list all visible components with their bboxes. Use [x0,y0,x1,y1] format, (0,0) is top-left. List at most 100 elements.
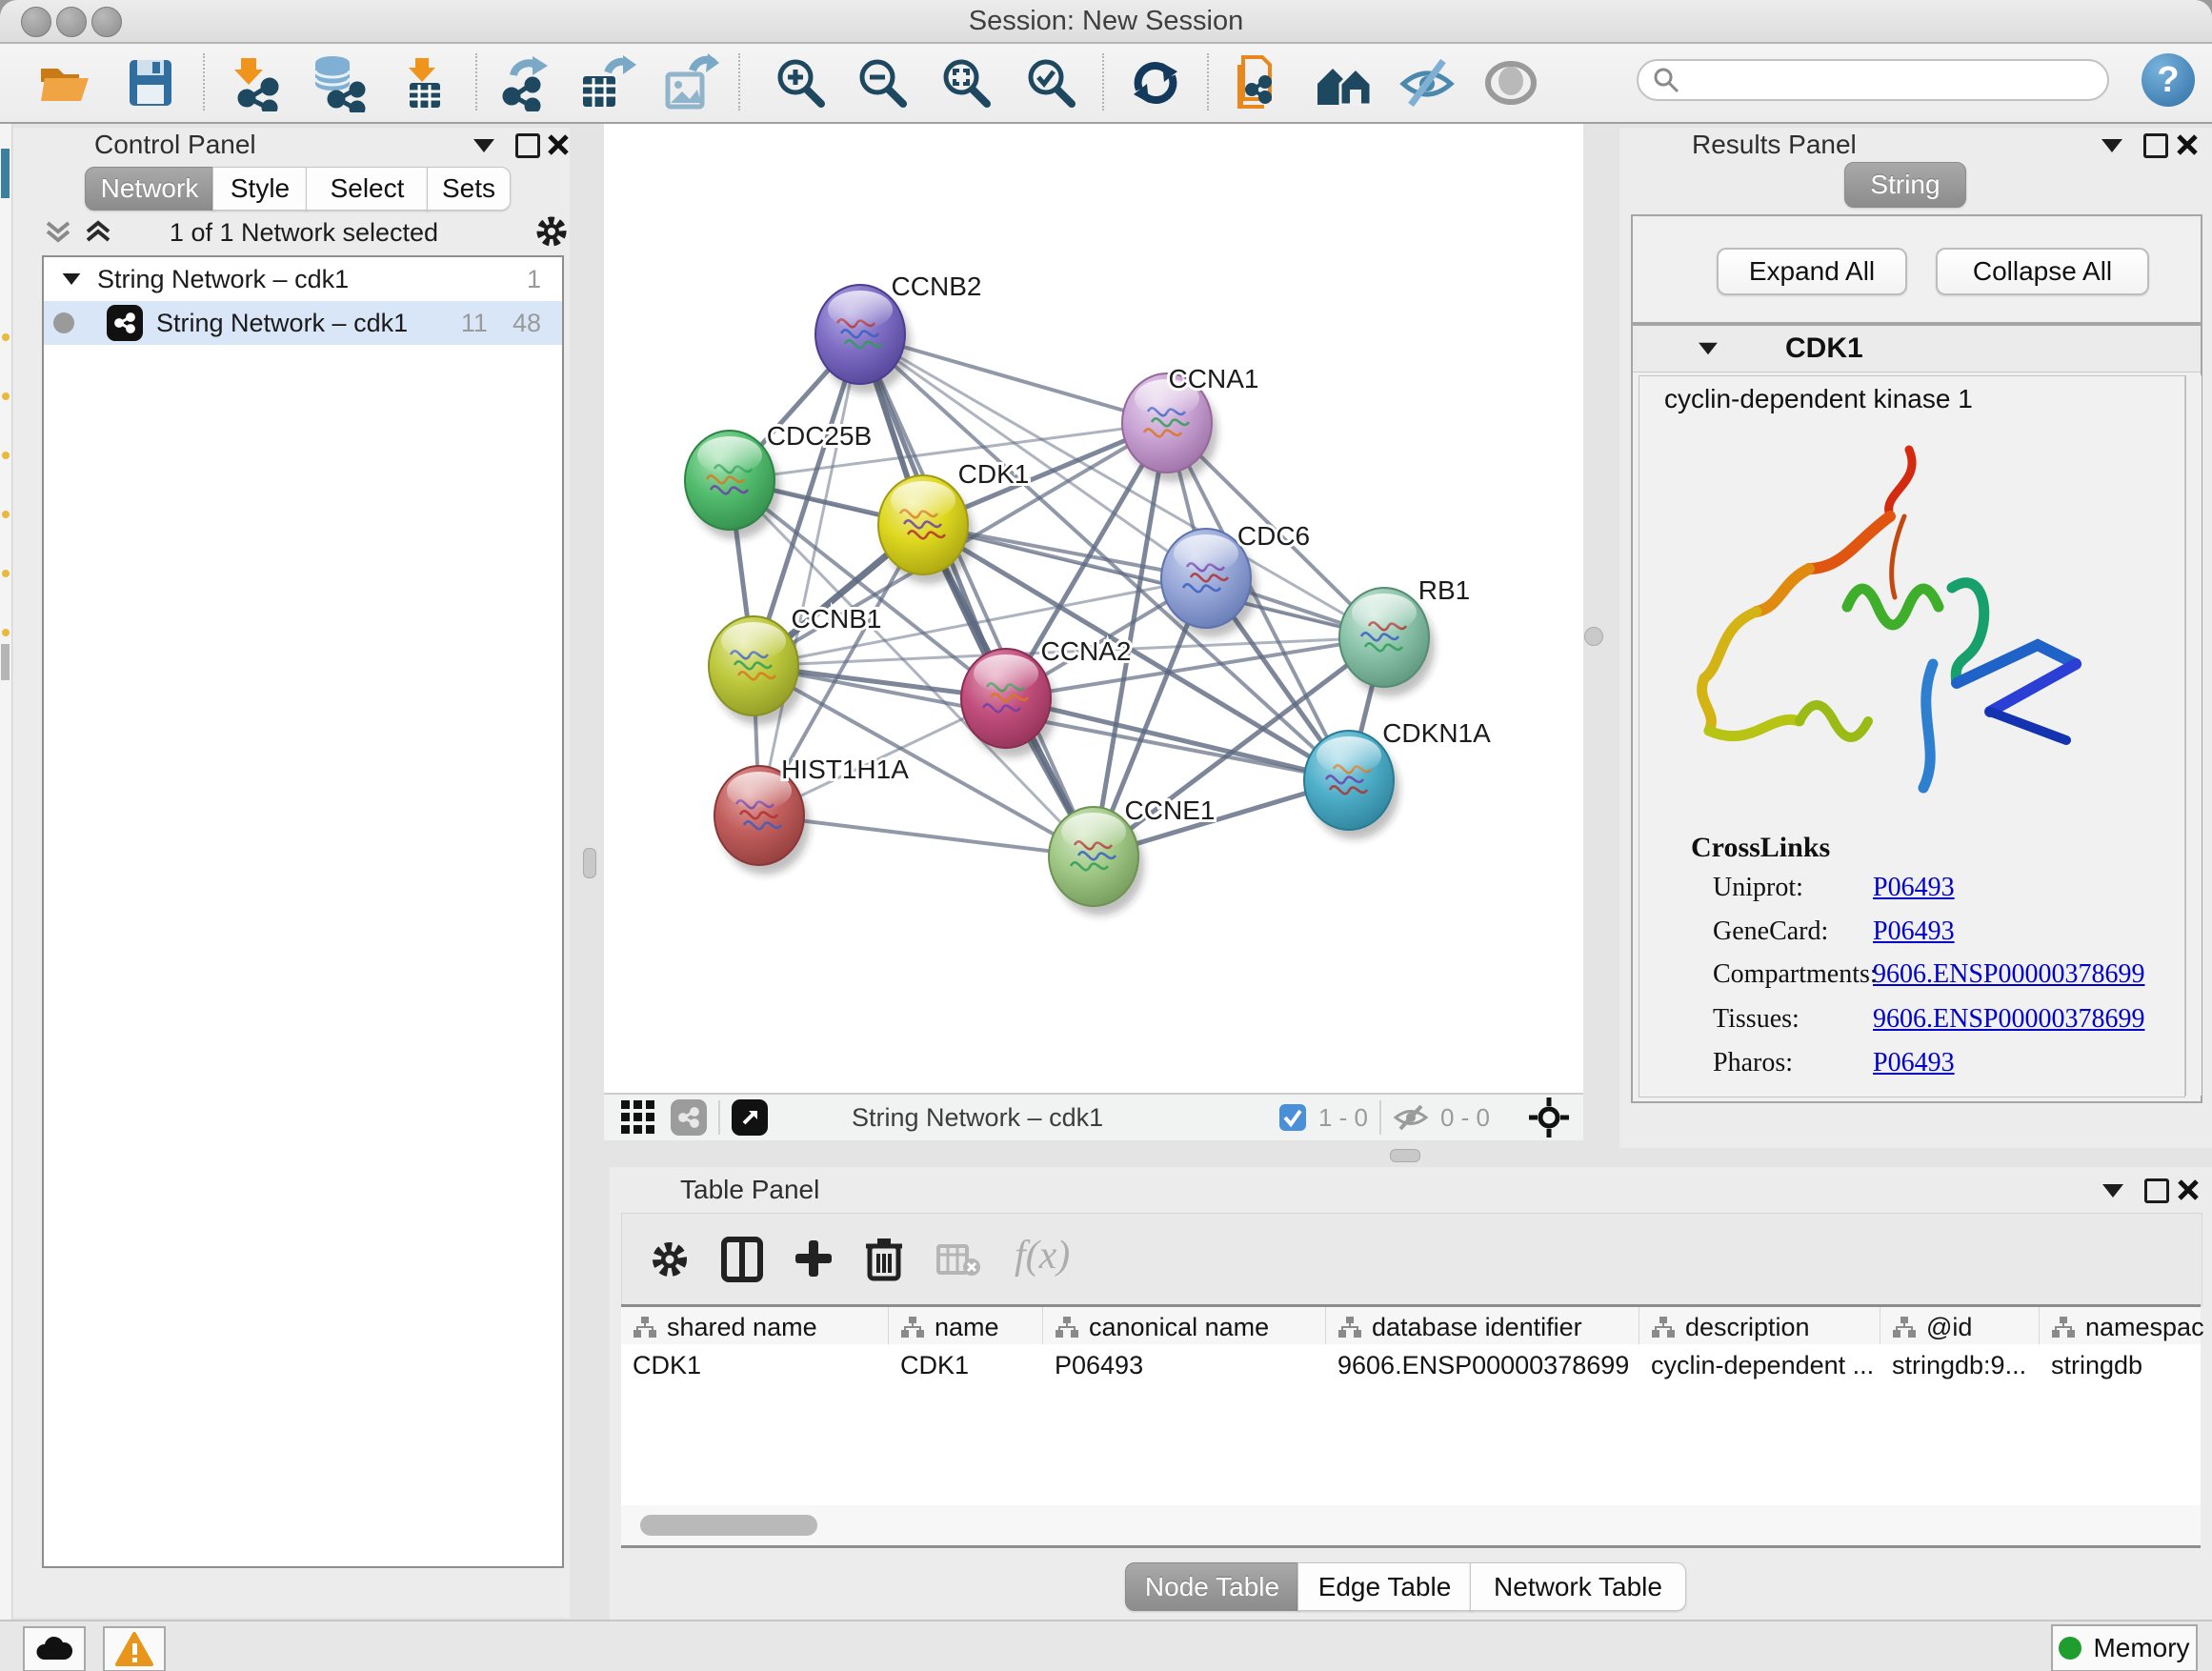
expand-all-networks-icon[interactable] [82,215,114,248]
table-cell[interactable]: P06493 [1043,1344,1326,1386]
tab-edge-table[interactable]: Edge Table [1297,1562,1472,1611]
crosslink-compartments-link[interactable]: 9606.ENSP00000378699 [1873,959,2144,990]
zoom-out-button[interactable] [852,52,913,113]
zoom-fit-button[interactable] [935,52,996,113]
show-all-button[interactable] [1480,52,1541,113]
import-table-icon [396,54,453,111]
gene-section-header[interactable]: CDK1 [1633,326,2201,372]
table-panel-close-icon[interactable] [2177,1178,2200,1201]
results-panel-close-icon[interactable] [2176,133,2199,156]
import-network-button[interactable] [228,52,289,113]
table-cell[interactable]: stringdb [2040,1344,2212,1386]
expand-all-button[interactable]: Expand All [1717,248,1907,295]
column-header-canonical-name[interactable]: canonical name [1043,1307,1326,1347]
column-header-name[interactable]: name [889,1307,1043,1347]
tab-string[interactable]: String [1844,162,1966,208]
home-button[interactable] [1314,52,1375,113]
grid-view-icon[interactable] [619,1098,657,1137]
zoom-in-button[interactable] [770,52,831,113]
network-share-view-icon[interactable] [671,1099,707,1136]
crosslink-uniprot-link[interactable]: P06493 [1873,873,1955,903]
right-splitter-handle[interactable] [1584,627,1603,646]
tab-network[interactable]: Network [85,167,214,211]
hide-eye-icon [1398,55,1457,111]
column-header-database-identifier[interactable]: database identifier [1326,1307,1639,1347]
help-button[interactable]: ? [2142,53,2195,107]
string-network-graph[interactable]: CCNB2CCNA1CDC25BCDK1CDC6RB1CCNB1CCNA2CDK… [604,124,1583,1093]
network-node-CCNB2[interactable] [815,285,911,393]
fit-selected-crosshair-icon[interactable] [1528,1097,1570,1138]
table-cell[interactable]: CDK1 [621,1344,889,1386]
export-table-button[interactable] [576,52,637,113]
import-network-icon [230,54,287,111]
create-column-plus-icon[interactable] [792,1237,835,1280]
collapse-all-networks-icon[interactable] [42,215,74,248]
node-label-CCNB2: CCNB2 [892,272,982,301]
tab-sets[interactable]: Sets [427,167,511,211]
birds-eye-view-icon[interactable] [732,1099,768,1136]
table-panel-title: Table Panel [680,1175,819,1205]
results-panel-maximize-button[interactable] [2143,133,2168,158]
tab-node-table[interactable]: Node Table [1125,1562,1299,1611]
results-scrollbar[interactable] [2185,375,2202,1096]
save-session-icon [124,56,177,110]
open-session-button[interactable] [34,52,95,113]
search-input[interactable] [1688,65,2107,96]
network-node-CDK1[interactable] [878,475,974,584]
column-header--id[interactable]: @id [1880,1307,2040,1347]
save-session-button[interactable] [120,52,181,113]
node-label-RB1: RB1 [1418,575,1470,605]
collapse-all-button[interactable]: Collapse All [1936,248,2149,295]
network-edge-CCNB2-HIST1H1A[interactable] [759,334,860,815]
column-type-icon [633,1316,657,1339]
column-header-shared-name[interactable]: shared name [621,1307,889,1347]
column-header-label: name [935,1313,999,1342]
column-header-description[interactable]: description [1639,1307,1880,1347]
import-table-button[interactable] [394,52,455,113]
collection-expander-icon[interactable] [63,273,81,285]
table-panel-maximize-button[interactable] [2144,1178,2169,1203]
table-hscrollbar-thumb[interactable] [640,1515,817,1536]
control-panel-maximize-button[interactable] [515,133,540,158]
tab-style[interactable]: Style [212,167,308,211]
table-settings-gear-icon[interactable] [649,1238,691,1280]
table-cell[interactable]: stringdb:9... [1880,1344,2040,1386]
crosslink-tissues-link[interactable]: 9606.ENSP00000378699 [1873,1004,2144,1035]
network-row-selected[interactable]: String Network – cdk1 11 48 [44,301,562,345]
export-image-button[interactable] [659,52,720,113]
table-panel-float-button[interactable] [2102,1184,2123,1198]
network-view-canvas[interactable]: CCNB2CCNA1CDC25BCDK1CDC6RB1CCNB1CCNA2CDK… [604,124,1583,1093]
results-panel-float-button[interactable] [2101,139,2122,152]
refresh-view-button[interactable] [1125,52,1186,113]
search-box[interactable] [1637,59,2109,101]
network-options-gear-icon[interactable] [533,213,570,250]
column-header-namespac[interactable]: namespac [2040,1307,2212,1347]
import-network-from-database-button[interactable] [307,52,368,113]
protein-structure-image[interactable] [1666,426,2114,830]
control-panel-float-button[interactable] [473,139,494,152]
show-columns-icon[interactable] [721,1237,763,1282]
tab-select[interactable]: Select [306,167,429,211]
table-cell[interactable]: CDK1 [889,1344,1043,1386]
left-splitter-handle[interactable] [583,848,596,878]
tab-network-table[interactable]: Network Table [1470,1562,1686,1611]
zoom-selected-button[interactable] [1020,52,1081,113]
hide-selected-button[interactable] [1397,52,1458,113]
memory-button[interactable]: Memory [2051,1624,2198,1671]
gene-section-expander-icon[interactable] [1699,343,1718,355]
network-collection-row[interactable]: String Network – cdk1 1 [44,257,562,301]
control-panel-close-icon[interactable] [547,133,570,156]
delete-column-trash-icon[interactable] [864,1235,904,1282]
copy-network-button[interactable] [1229,52,1290,113]
table-row[interactable]: CDK1CDK1P064939606.ENSP00000378699cyclin… [621,1344,2201,1386]
selected-items-checkbox-icon[interactable] [1278,1103,1307,1132]
warnings-button[interactable] [103,1626,166,1671]
table-cell[interactable]: cyclin-dependent ... [1639,1344,1880,1386]
crosslink-pharos-link[interactable]: P06493 [1873,1048,1955,1078]
table-cell[interactable]: 9606.ENSP00000378699 [1326,1344,1639,1386]
horizontal-splitter-handle[interactable] [1390,1149,1420,1162]
crosslink-genecard-link[interactable]: P06493 [1873,916,1955,947]
cloud-status-button[interactable] [23,1626,86,1671]
column-header-label: canonical name [1089,1313,1269,1342]
export-network-button[interactable] [493,52,553,113]
